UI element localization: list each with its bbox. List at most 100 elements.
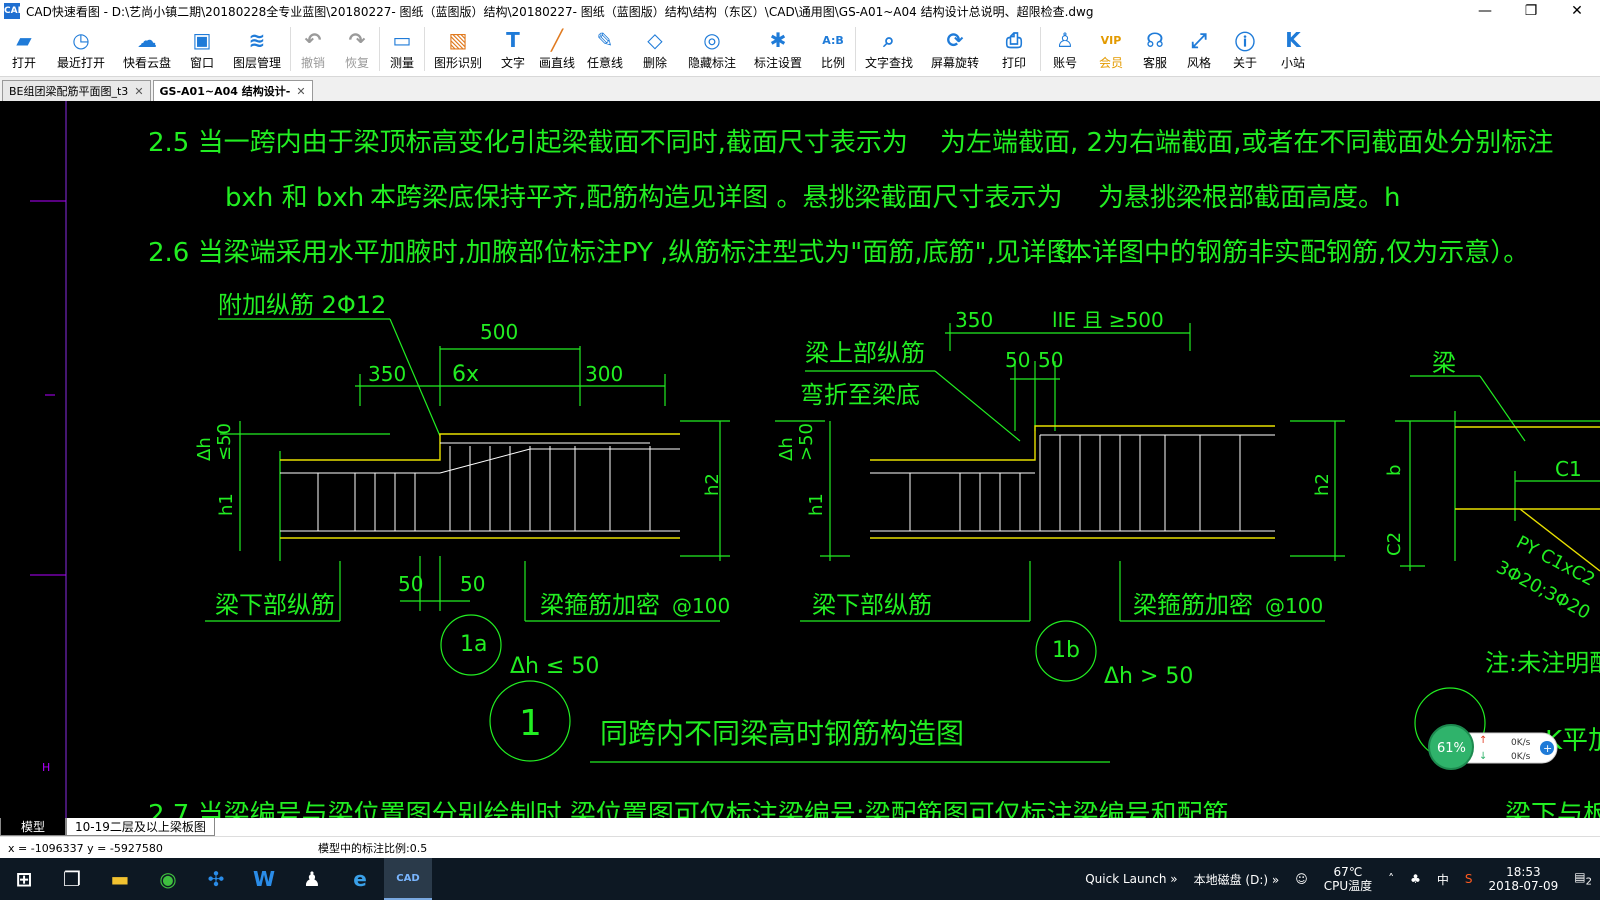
tab-close-icon[interactable]: ✕ xyxy=(296,85,305,98)
d1-h1: h1 xyxy=(216,493,237,516)
d2-h1: h1 xyxy=(806,493,827,516)
ime-indicator[interactable]: 中 xyxy=(1429,871,1457,888)
layout-tab[interactable]: 模型 xyxy=(0,818,66,836)
title-bar: CAD CAD快速看图 - D:\艺尚小镇二期\20180228全专业蓝图\20… xyxy=(0,0,1600,22)
toolbar-label: 屏幕旋转 xyxy=(930,56,979,70)
toolbar-station-k-button[interactable]: K 小站 xyxy=(1269,22,1317,71)
toolbar-measure-ruler-button[interactable]: ▭ 测量 xyxy=(380,22,424,71)
status-bar: x = -1096337 y = -5927580 模型中的标注比例:0.5 xyxy=(0,836,1600,859)
beam-1b-rebar xyxy=(870,434,1275,532)
toolbar-style-expand-button[interactable]: ⤢ 风格 xyxy=(1177,22,1221,71)
cad-app-icon: CAD xyxy=(4,3,25,19)
people-icon[interactable]: ☺ xyxy=(1287,872,1316,886)
toolbar-headset-button[interactable]: ☊ 客服 xyxy=(1133,22,1177,71)
qq-penguin-icon[interactable]: ♟ xyxy=(288,858,336,900)
toolbar-label: 关于 xyxy=(1232,56,1257,70)
close-button[interactable]: ✕ xyxy=(1554,3,1600,19)
spec-line-2-6: 2.6 当梁端采用水平加腋时,加腋部位标注PY xyxy=(148,238,653,268)
toolbar-draw-line-button[interactable]: ╱ 画直线 xyxy=(535,22,579,71)
d1-dim-500: 500 xyxy=(480,320,518,344)
sogou-icon[interactable]: S xyxy=(1457,872,1481,886)
toolbar-annotation-settings-button[interactable]: ✱ 标注设置 xyxy=(745,22,811,71)
toolbar-screen-rotate-button[interactable]: ⟳ 屏幕旋转 xyxy=(922,22,988,71)
eraser-icon: ◇ xyxy=(647,28,663,52)
drawing-canvas[interactable]: H 2.5 当一跨内由于梁顶标高变化引起梁截面不同时,截面尺寸表示为 为左端截面… xyxy=(0,101,1600,818)
toolbar-freehand-pen-button[interactable]: ✎ 任意线 xyxy=(579,22,631,71)
clock[interactable]: 18:53 2018-07-09 xyxy=(1481,865,1567,893)
toolbar-eraser-button[interactable]: ◇ 删除 xyxy=(631,22,679,71)
layout-tabs: 模型 10-19二层及以上梁板图 xyxy=(0,818,1600,836)
headset-icon: ☊ xyxy=(1146,28,1164,52)
toolbar-shape-recognize-button[interactable]: ▧ 图形识别 xyxy=(425,22,491,71)
toolbar-label: 账号 xyxy=(1052,56,1077,70)
d2-stirrup: 梁箍筋加密 xyxy=(1133,591,1253,619)
qq-tray-icon[interactable]: ♣ xyxy=(1402,872,1429,886)
toolbar-label: 恢复 xyxy=(344,56,369,70)
toolbar-window-button[interactable]: ▣ 窗口 xyxy=(180,22,224,71)
toolbar-redo-button[interactable]: ↷ 恢复 xyxy=(335,22,379,71)
d2-condition: Δh > 50 xyxy=(1104,664,1193,689)
toolbar-label: 比例 xyxy=(820,56,845,70)
d1-dim-350: 350 xyxy=(368,362,406,386)
d3-c2: C2 xyxy=(1384,532,1405,556)
tray-expand-icon[interactable]: ˄ xyxy=(1380,872,1402,886)
d3-beam-label: 梁 xyxy=(1432,349,1456,377)
task-view-icon[interactable]: ❐ xyxy=(48,858,96,900)
about-info-icon: ⓘ xyxy=(1235,29,1255,54)
document-tab[interactable]: GS-A01~A04 结构设计- ✕ xyxy=(152,80,313,101)
d1-bottom-rebar: 梁下部纵筋 xyxy=(215,591,335,619)
browser-360-icon[interactable]: ◉ xyxy=(144,858,192,900)
station-k-icon: K xyxy=(1285,28,1301,52)
maximize-button[interactable]: ❐ xyxy=(1508,3,1554,19)
pinwheel-app-icon[interactable]: ✣ xyxy=(192,858,240,900)
wps-writer-icon[interactable]: W xyxy=(240,858,288,900)
toolbar-open-folder-button[interactable]: ▰ 打开 xyxy=(0,22,48,71)
document-tab[interactable]: BE组团梁配筋平面图_t3 ✕ xyxy=(2,80,151,101)
toolbar-recent-clock-button[interactable]: ◷ 最近打开 xyxy=(48,22,114,71)
toolbar-label: 任意线 xyxy=(586,56,623,70)
spec-line-2-6-note: （本详图中的钢筋非实配钢筋,仅为示意）。 xyxy=(1040,238,1529,268)
download-arrow-icon: ↓ xyxy=(1479,751,1487,762)
cad-viewer-icon[interactable]: CAD xyxy=(384,858,432,900)
toolbar-layers-button[interactable]: ≋ 图层管理 xyxy=(224,22,290,71)
layers-icon: ≋ xyxy=(248,28,266,52)
toolbar-about-info-button[interactable]: ⓘ 关于 xyxy=(1221,22,1269,71)
toolbar-scale-ab-button[interactable]: A:B 比例 xyxy=(811,22,855,71)
network-speed-widget[interactable]: 61% ↑ ↓ 0K/s 0K/s + xyxy=(1427,723,1561,771)
toolbar-label: 删除 xyxy=(642,56,667,70)
toolbar-label: 图形识别 xyxy=(433,56,482,70)
layout-tab[interactable]: 10-19二层及以上梁板图 xyxy=(66,818,215,836)
recent-clock-icon: ◷ xyxy=(72,28,90,52)
start-windows-icon[interactable]: ⊞ xyxy=(0,858,48,900)
measure-ruler-icon: ▭ xyxy=(392,28,412,52)
notification-center-icon[interactable]: ▤2 xyxy=(1566,870,1600,887)
beam-1b-outline xyxy=(870,425,1275,539)
d1-extra-rebar: 附加纵筋 2Φ12 xyxy=(218,291,386,319)
toolbar-text-t-button[interactable]: T 文字 xyxy=(491,22,535,71)
cad-drawing: H 2.5 当一跨内由于梁顶标高变化引起梁截面不同时,截面尺寸表示为 为左端截面… xyxy=(30,101,1600,818)
file-explorer-icon[interactable]: ▬ xyxy=(96,858,144,900)
spec-line-beam-bottom: 本跨梁底保持平齐,配筋构造见详图 。悬挑梁截面尺寸表示为 xyxy=(370,183,1063,213)
toolbar-vip-badge-button[interactable]: VIP 会员 xyxy=(1089,22,1133,71)
d1-tag: 1a xyxy=(460,632,487,657)
upload-arrow-icon: ↑ xyxy=(1479,735,1487,746)
tab-label: BE组团梁配筋平面图_t3 xyxy=(9,85,129,98)
tab-close-icon[interactable]: ✕ xyxy=(134,85,143,98)
toolbar-undo-button[interactable]: ↶ 撤销 xyxy=(291,22,335,71)
cursor-coordinates: x = -1096337 y = -5927580 xyxy=(8,841,163,855)
disk-shortcut[interactable]: 本地磁盘 (D:) » xyxy=(1186,871,1288,888)
svg-text:+: + xyxy=(1543,742,1552,755)
toolbar-text-search-button[interactable]: ⌕ 文字查找 xyxy=(856,22,922,71)
toolbar-hide-eye-button[interactable]: ◎ 隐藏标注 xyxy=(679,22,745,71)
minimize-button[interactable]: — xyxy=(1462,3,1508,19)
toolbar-account-user-button[interactable]: ♙ 账号 xyxy=(1041,22,1089,71)
annotation-settings-icon: ✱ xyxy=(769,28,787,52)
d2-dim-50b: 50 xyxy=(1038,348,1063,372)
toolbar-printer-button[interactable]: ⎙ 打印 xyxy=(988,22,1040,71)
d3-c1: C1 xyxy=(1555,457,1582,481)
toolbar-label: 会员 xyxy=(1098,56,1123,70)
toolbar-cloud-button[interactable]: ☁ 快看云盘 xyxy=(114,22,180,71)
ie-browser-icon[interactable]: e xyxy=(336,858,384,900)
d1-dh: Δh xyxy=(194,437,215,461)
quick-launch[interactable]: Quick Launch » xyxy=(1077,872,1185,886)
